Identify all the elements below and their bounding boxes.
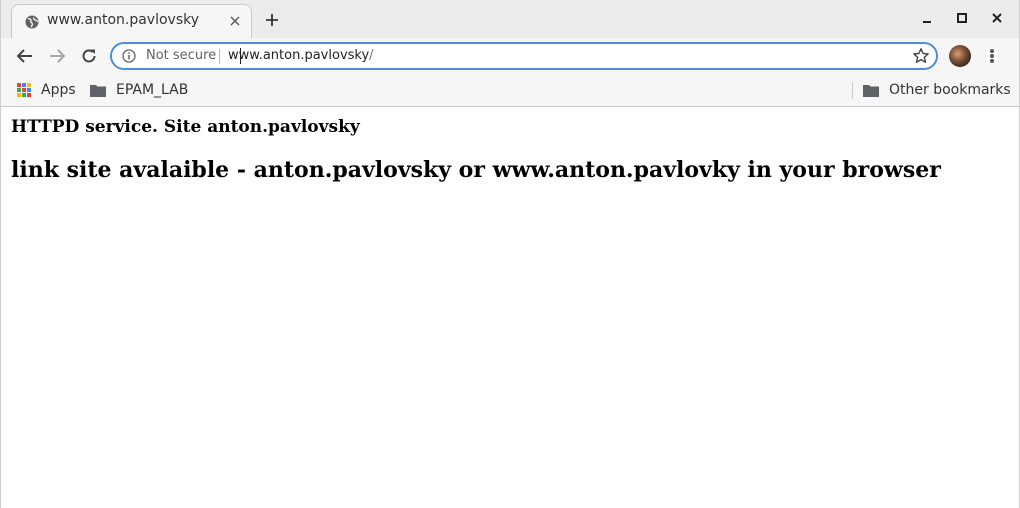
address-bar[interactable]: Not secure www.anton.pavlovsky/ — [110, 42, 938, 70]
tab-strip: www.anton.pavlovsky — [1, 0, 1019, 38]
folder-icon — [863, 84, 879, 97]
apps-shortcut[interactable]: Apps — [17, 81, 76, 99]
omnibox-separator — [219, 49, 220, 64]
minimize-icon[interactable] — [918, 9, 936, 27]
reload-icon[interactable] — [79, 46, 99, 66]
text-caret — [240, 48, 241, 64]
close-window-icon[interactable] — [988, 9, 1006, 27]
forward-arrow-icon[interactable] — [47, 46, 67, 66]
folder-icon — [90, 84, 106, 97]
url-path: / — [369, 48, 374, 63]
back-arrow-icon[interactable] — [15, 46, 35, 66]
apps-grid-icon — [17, 83, 31, 97]
browser-window: www.anton.pavlovsky Not secure www.anton… — [0, 0, 1020, 508]
maximize-icon[interactable] — [953, 9, 971, 27]
new-tab-icon[interactable] — [263, 11, 281, 29]
browser-toolbar: Not secure www.anton.pavlovsky/ — [1, 38, 1019, 74]
bookmarks-separator — [852, 82, 853, 99]
page-heading-small: HTTPD service. Site anton.pavlovsky — [11, 117, 360, 137]
bookmark-star-icon[interactable] — [912, 47, 930, 65]
url-text[interactable]: www.anton.pavlovsky/ — [228, 48, 374, 63]
close-tab-icon[interactable] — [227, 13, 243, 29]
bookmark-folder-epam[interactable]: EPAM_LAB — [90, 81, 188, 99]
bookmark-label: EPAM_LAB — [116, 82, 189, 98]
other-bookmarks-folder[interactable]: Other bookmarks — [863, 81, 1011, 99]
tab-title: www.anton.pavlovsky — [47, 12, 200, 28]
active-tab[interactable]: www.anton.pavlovsky — [11, 4, 252, 38]
other-bookmarks-label: Other bookmarks — [889, 82, 1011, 98]
more-menu-icon[interactable] — [986, 47, 998, 65]
globe-icon — [25, 15, 39, 29]
bookmarks-bar: Apps EPAM_LAB Other bookmarks — [1, 74, 1019, 107]
security-indicator[interactable]: Not secure — [146, 48, 216, 63]
page-heading-large: link site avalaible - anton.pavlovsky or… — [11, 157, 941, 183]
info-icon[interactable] — [122, 49, 136, 63]
apps-label: Apps — [41, 82, 76, 98]
profile-avatar[interactable] — [949, 45, 971, 67]
page-content: HTTPD service. Site anton.pavlovsky link… — [2, 108, 1018, 508]
url-host: www.anton.pavlovsky — [228, 48, 370, 63]
